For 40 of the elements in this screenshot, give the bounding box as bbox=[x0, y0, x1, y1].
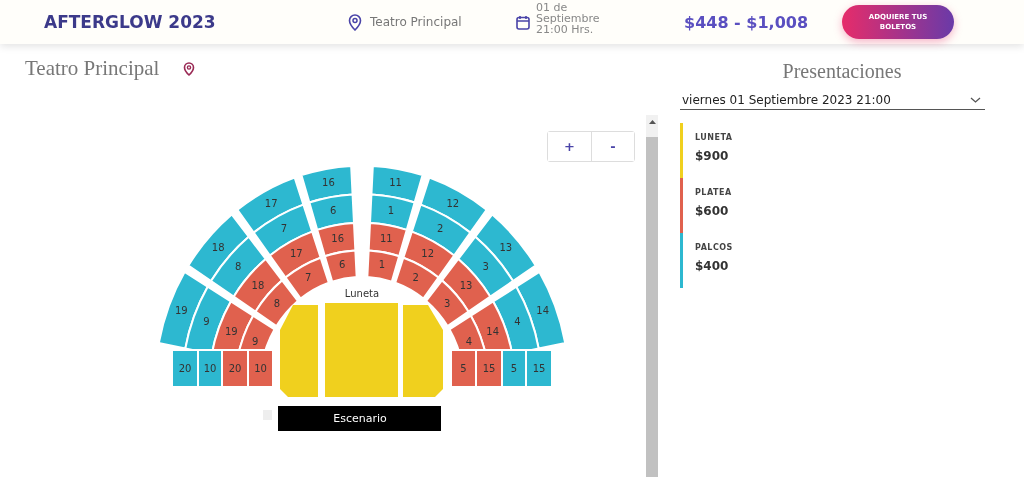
scrollbar[interactable] bbox=[646, 115, 658, 477]
seat-section[interactable]: 1 bbox=[369, 193, 416, 231]
seat-section[interactable]: 20 bbox=[221, 349, 249, 388]
seat-section[interactable]: 11 bbox=[367, 222, 408, 258]
seat-section[interactable]: 15 bbox=[525, 349, 553, 388]
venue-name: Teatro Principal bbox=[370, 15, 462, 29]
event-title: AFTERGLOW 2023 bbox=[44, 12, 217, 32]
chevron-down-icon bbox=[970, 97, 981, 103]
zone-price: $400 bbox=[695, 259, 730, 273]
zone-name: PLATEA bbox=[695, 188, 733, 197]
seat-section[interactable]: 1 bbox=[366, 249, 401, 283]
zone-price: $900 bbox=[695, 149, 730, 163]
seat-section[interactable]: 5 bbox=[450, 349, 477, 388]
presentations-title: Presentaciones bbox=[782, 60, 902, 82]
seat-section[interactable]: 2 bbox=[394, 256, 440, 300]
seat-section[interactable]: 15 bbox=[475, 349, 503, 388]
seat-section[interactable]: 10 bbox=[247, 349, 274, 388]
seat-section[interactable]: 11 bbox=[370, 164, 424, 204]
luneta-section[interactable] bbox=[280, 303, 443, 397]
scroll-up-icon[interactable] bbox=[648, 120, 656, 124]
zone-price: $600 bbox=[695, 204, 730, 218]
price-range: $448 - $1,008 bbox=[684, 12, 810, 32]
presentation-dropdown[interactable]: viernes 01 Septiembre 2023 21:00 bbox=[680, 93, 985, 110]
seat-section[interactable]: 10 bbox=[197, 349, 223, 388]
seat-section[interactable]: 16 bbox=[300, 164, 354, 204]
location-pin-icon bbox=[183, 61, 196, 76]
seat-section[interactable]: 20 bbox=[171, 349, 199, 388]
seat-section[interactable]: 5 bbox=[501, 349, 527, 388]
event-date: 01 de Septiembre 21:00 Hrs. bbox=[536, 1, 600, 35]
location-pin-icon bbox=[348, 13, 362, 31]
zone-name: PALCOS bbox=[695, 243, 734, 252]
zone-name: LUNETA bbox=[695, 133, 734, 142]
zoom-out-button[interactable]: - bbox=[591, 132, 634, 161]
venue-title: Teatro Principal bbox=[25, 56, 160, 81]
seat-section[interactable]: 6 bbox=[308, 193, 355, 231]
seat-section[interactable]: 7 bbox=[284, 256, 330, 300]
stage: Escenario bbox=[278, 406, 441, 431]
zone-label: Luneta bbox=[344, 288, 380, 299]
seat-section[interactable]: 6 bbox=[323, 249, 358, 283]
calendar-icon bbox=[516, 14, 530, 30]
